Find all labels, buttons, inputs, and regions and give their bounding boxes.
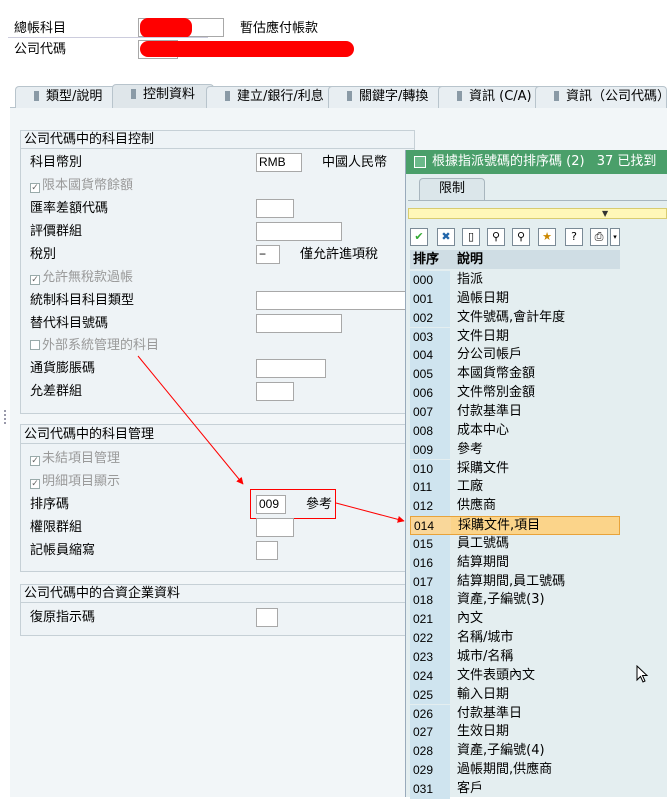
annotation-arrows <box>137 355 405 523</box>
mouse-cursor-icon <box>636 665 649 683</box>
annotation-arrow <box>137 355 244 485</box>
annotation-arrow <box>335 502 405 523</box>
